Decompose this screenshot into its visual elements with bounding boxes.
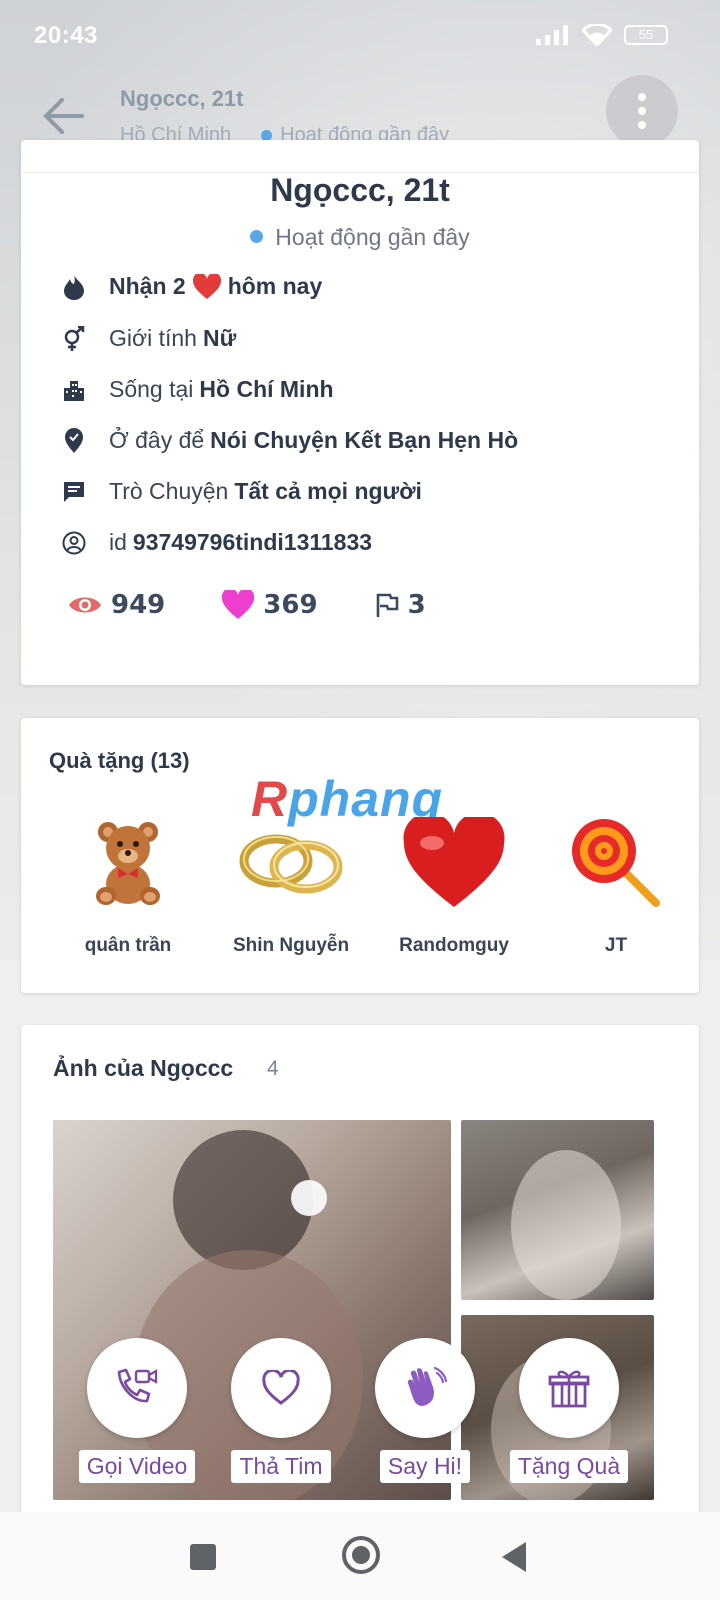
profile-name: Ngọccc, 21t	[270, 172, 450, 208]
activity-status: Hoạt động gần đây	[21, 224, 699, 251]
photo-shape	[511, 1150, 621, 1300]
online-dot-icon	[250, 230, 264, 243]
waving-hand-icon	[375, 1338, 475, 1438]
recent-apps-icon[interactable]	[190, 1544, 216, 1570]
signal-icon	[536, 25, 568, 45]
header-title: Ngọccc, 21t	[120, 86, 244, 111]
chat-label: Trò Chuyện	[109, 478, 229, 504]
photos-title: Ảnh của Ngọccc	[53, 1055, 234, 1081]
chat-icon	[61, 479, 87, 505]
gift-sender: quân trần	[84, 935, 172, 956]
likes-today-count: Nhận 2	[109, 273, 186, 299]
gender-row: Giới tính Nữ	[61, 325, 236, 352]
location-row: Sống tại Hồ Chí Minh	[61, 376, 334, 403]
lollipop-icon	[541, 813, 691, 913]
say-hi-button[interactable]: Say Hi!	[355, 1338, 495, 1483]
eye-icon	[69, 597, 101, 613]
wifi-icon	[582, 24, 612, 46]
teddy-bear-icon	[53, 813, 203, 913]
video-call-button[interactable]: Gọi Video	[67, 1338, 207, 1483]
hearts-stat: 369	[221, 590, 318, 620]
chat-row: Trò Chuyện Tất cả mọi người	[61, 478, 422, 505]
id-value: 93749796tindi1311833	[132, 529, 373, 555]
back-arrow-icon[interactable]	[42, 94, 86, 138]
gender-value: Nữ	[202, 325, 237, 351]
photo-shape	[291, 1180, 327, 1216]
purpose-row: Ở đây để Nói Chuyện Kết Bạn Hẹn Hò	[61, 427, 518, 454]
video-call-icon	[87, 1338, 187, 1438]
location-label: Sống tại	[109, 376, 194, 402]
views-count: 949	[111, 590, 166, 620]
account-icon	[61, 530, 87, 556]
gift-sender: JT	[604, 935, 628, 956]
likes-today-row: Nhận 2 hôm nay	[61, 273, 322, 300]
status-bar: 20:43 55	[0, 0, 720, 70]
battery-icon: 55	[624, 25, 668, 45]
profile-stats: 949 369 3	[67, 590, 482, 620]
photos-count: 4	[267, 1057, 279, 1080]
location-value: Hồ Chí Minh	[199, 376, 334, 402]
gender-label: Giới tính	[109, 325, 197, 351]
heart-label: Thả Tim	[231, 1450, 331, 1483]
more-dot-icon	[638, 121, 646, 129]
status-time: 20:43	[34, 22, 98, 49]
id-label: id	[109, 529, 127, 555]
heart-icon	[379, 813, 529, 913]
gift-item[interactable]: quân trần	[53, 813, 203, 957]
purpose-value: Nói Chuyện Kết Bạn Hẹn Hò	[210, 427, 519, 453]
heart-button[interactable]: Thả Tim	[211, 1338, 351, 1483]
gift-item[interactable]: JT	[541, 813, 691, 957]
heart-icon	[192, 273, 221, 299]
more-dot-icon	[638, 93, 646, 101]
send-gift-button[interactable]: Tặng Quà	[499, 1338, 639, 1483]
views-stat: 949	[67, 590, 165, 620]
gifts-card: Quà tặng (13) Rphang quân trần Shin Nguy…	[21, 718, 699, 993]
hearts-count: 369	[263, 590, 318, 620]
gender-icon	[61, 325, 87, 352]
photo-thumbnail[interactable]	[461, 1120, 654, 1300]
more-dot-icon	[638, 107, 646, 115]
activity-text: Hoạt động gần đây	[275, 224, 470, 250]
chat-value: Tất cả mọi người	[234, 478, 422, 504]
gift-item[interactable]: Shin Nguyễn	[216, 813, 366, 957]
system-nav-bar	[0, 1512, 720, 1600]
status-icons: 55	[536, 24, 668, 46]
heart-outline-icon	[231, 1338, 331, 1438]
back-triangle-icon[interactable]	[502, 1542, 526, 1572]
flags-stat: 3	[374, 590, 426, 620]
id-row: id 93749796tindi1311833	[61, 529, 372, 556]
home-icon[interactable]	[342, 1536, 380, 1574]
gifts-title: Quà tặng (13)	[49, 748, 190, 773]
location-pin-icon	[61, 427, 87, 454]
flame-icon	[61, 274, 87, 300]
purpose-label: Ở đây để	[109, 427, 205, 453]
flag-icon	[376, 593, 398, 617]
gift-sender: Shin Nguyễn	[232, 935, 350, 956]
profile-info-card: Ngọccc, 21t Hoạt động gần đây Nhận 2 hôm…	[21, 140, 699, 685]
city-icon	[61, 377, 87, 403]
likes-today-suffix: hôm nay	[227, 273, 323, 299]
gift-box-icon	[519, 1338, 619, 1438]
say-hi-label: Say Hi!	[379, 1450, 471, 1483]
rings-icon	[216, 813, 366, 913]
gift-item[interactable]: Randomguy	[379, 813, 529, 957]
gift-sender: Randomguy	[399, 935, 509, 956]
send-gift-label: Tặng Quà	[509, 1450, 629, 1483]
flags-count: 3	[407, 590, 426, 620]
video-call-label: Gọi Video	[78, 1450, 196, 1483]
heart-icon	[222, 590, 255, 619]
more-options-button[interactable]	[606, 75, 678, 147]
